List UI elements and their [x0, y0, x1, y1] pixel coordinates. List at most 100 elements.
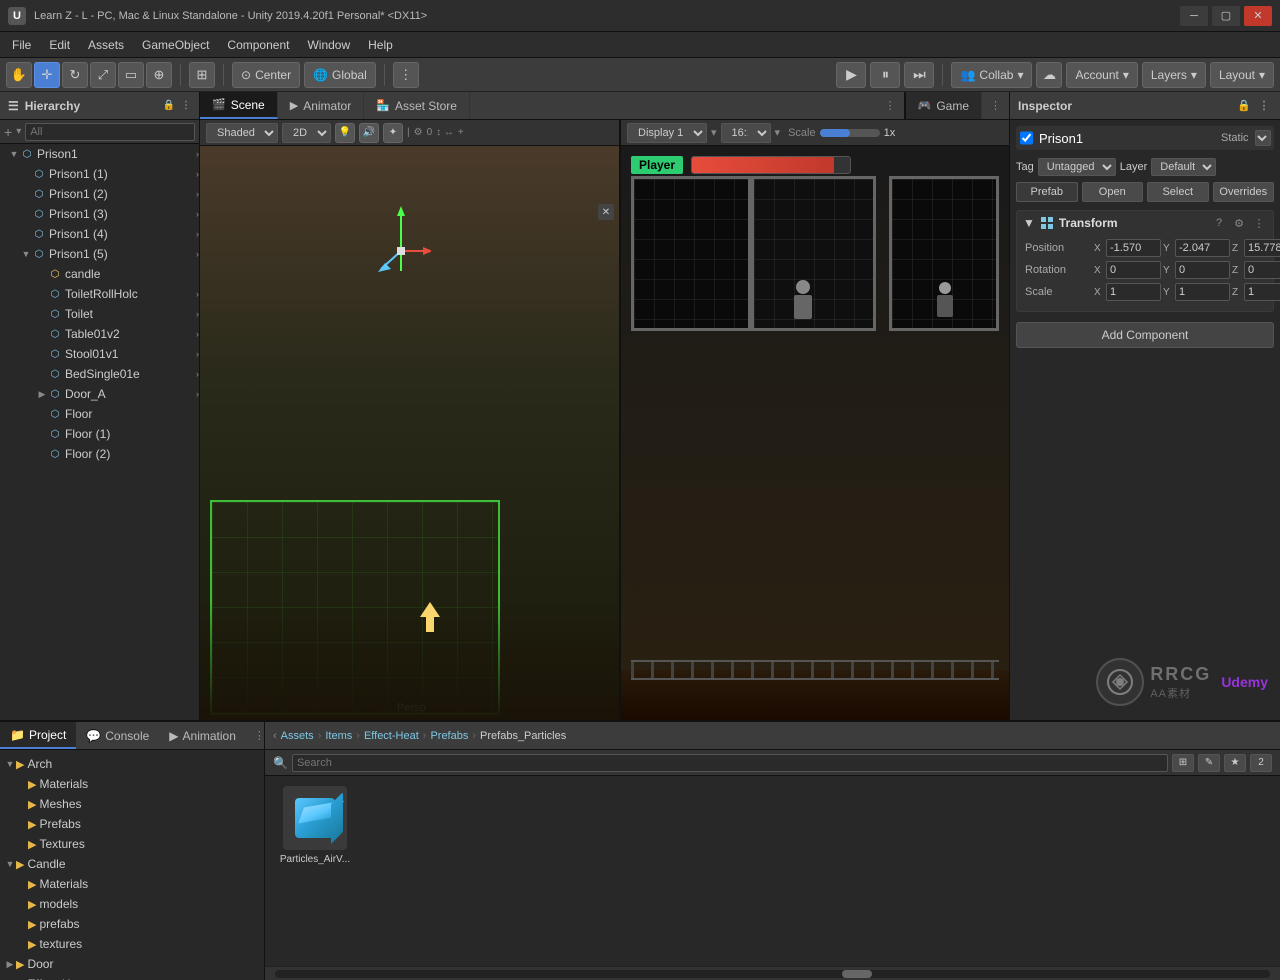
position-y-input[interactable]: -2.047 — [1175, 239, 1230, 257]
scene-light-toggle[interactable]: 💡 — [335, 123, 355, 143]
tab-animation[interactable]: ▶ Animation — [159, 722, 246, 749]
play-button[interactable]: ▶ — [836, 62, 866, 88]
move-tool[interactable]: ✛ — [34, 62, 60, 88]
transform-header[interactable]: ▼ Transform ? ⚙ ⋮ — [1017, 211, 1273, 235]
tree-item-door[interactable]: ▶ ⬡ Door_A › — [0, 384, 199, 404]
layers-button[interactable]: Layers ▾ — [1142, 62, 1206, 88]
ptree-candle[interactable]: ▼ ▶ Candle — [0, 854, 264, 874]
dim-dropdown[interactable]: 2D — [282, 123, 331, 143]
scale-z-input[interactable]: 1 — [1244, 283, 1280, 301]
breadcrumb-assets[interactable]: Assets — [281, 730, 314, 742]
space-button[interactable]: 🌐 Global — [304, 62, 376, 88]
tree-item-floor[interactable]: ⬡ Floor — [0, 404, 199, 424]
ptree-candle-prefabs[interactable]: ▶ prefabs — [0, 914, 264, 934]
rect-tool[interactable]: ▭ — [118, 62, 144, 88]
scale-x-input[interactable]: 1 — [1106, 283, 1161, 301]
open-button[interactable]: Open — [1082, 182, 1144, 202]
select-button[interactable]: Select — [1147, 182, 1209, 202]
tree-item-toilet[interactable]: ⬡ Toilet › — [0, 304, 199, 324]
collab-button[interactable]: 👥 Collab ▾ — [951, 62, 1032, 88]
transform-settings-icon[interactable]: ⚙ — [1231, 215, 1247, 231]
breadcrumb-prefabs[interactable]: Prefabs — [430, 730, 468, 742]
pivot-button[interactable]: ⊙ Center — [232, 62, 300, 88]
scale-tool[interactable]: ⤢ — [90, 62, 116, 88]
ptree-door[interactable]: ▶ ▶ Door — [0, 954, 264, 974]
tree-item-prison1-4[interactable]: ⬡ Prison1 (4) › — [0, 224, 199, 244]
menu-file[interactable]: File — [4, 35, 39, 55]
scroll-thumb[interactable] — [842, 970, 872, 978]
inspector-more-icon[interactable]: ⋮ — [1256, 98, 1272, 114]
tree-item-prison1[interactable]: ▼ ⬡ Prison1 › — [0, 144, 199, 164]
scene-close-btn[interactable]: ✕ — [598, 204, 614, 220]
content-filter-btn1[interactable]: ⊞ — [1172, 754, 1194, 772]
ptree-effect-heat[interactable]: ▼ ▶ Effect-Heat — [0, 974, 264, 980]
game-more-icon[interactable]: ⋮ — [982, 99, 1009, 112]
scale-slider[interactable] — [820, 129, 880, 137]
rotation-z-input[interactable]: 0 — [1244, 261, 1280, 279]
cloud-button[interactable]: ☁ — [1036, 62, 1062, 88]
tree-item-toiletroll[interactable]: ⬡ ToiletRollHolc › — [0, 284, 199, 304]
content-scrollbar[interactable] — [265, 966, 1280, 980]
content-star-btn[interactable]: ★ — [1224, 754, 1246, 772]
tab-scene[interactable]: 🎬 Scene — [200, 92, 278, 119]
menu-edit[interactable]: Edit — [41, 35, 78, 55]
ptree-candle-textures[interactable]: ▶ textures — [0, 934, 264, 954]
scale-y-input[interactable]: 1 — [1175, 283, 1230, 301]
pause-button[interactable]: ⏸ — [870, 62, 900, 88]
shading-dropdown[interactable]: Shaded — [206, 123, 278, 143]
tab-console[interactable]: 💬 Console — [76, 722, 159, 749]
ptree-candle-models[interactable]: ▶ models — [0, 894, 264, 914]
game-viewport[interactable]: Player — [621, 146, 1009, 720]
menu-help[interactable]: Help — [360, 35, 401, 55]
position-z-input[interactable]: 15.778 — [1244, 239, 1280, 257]
hierarchy-add-button[interactable]: + — [4, 124, 12, 140]
gameobject-name-input[interactable] — [1039, 131, 1215, 146]
maximize-button[interactable]: ▢ — [1212, 6, 1240, 26]
tree-item-prison1-3[interactable]: ⬡ Prison1 (3) › — [0, 204, 199, 224]
static-dropdown[interactable]: ▾ — [1255, 130, 1271, 146]
aspect-dropdown[interactable]: 16:10 — [721, 123, 771, 143]
hierarchy-search-input[interactable] — [25, 123, 195, 141]
menu-window[interactable]: Window — [299, 35, 358, 55]
inspector-lock-icon[interactable]: 🔒 — [1236, 98, 1252, 114]
rotate-tool[interactable]: ↻ — [62, 62, 88, 88]
tree-item-candle[interactable]: ⬡ candle — [0, 264, 199, 284]
ptree-arch[interactable]: ▼ ▶ Arch — [0, 754, 264, 774]
account-button[interactable]: Account ▾ — [1066, 62, 1137, 88]
hierarchy-more-icon[interactable]: ⋮ — [181, 100, 191, 111]
gameobject-active-checkbox[interactable] — [1020, 131, 1033, 145]
transform-tool[interactable]: ⊕ — [146, 62, 172, 88]
rotation-x-input[interactable]: 0 — [1106, 261, 1161, 279]
close-button[interactable]: ✕ — [1244, 6, 1272, 26]
scene-fx-toggle[interactable]: ✦ — [383, 123, 403, 143]
tree-item-stool[interactable]: ⬡ Stool01v1 › — [0, 344, 199, 364]
tag-dropdown[interactable]: Untagged — [1038, 158, 1116, 176]
hierarchy-lock-icon[interactable]: 🔒 — [163, 100, 175, 111]
tab-game[interactable]: 🎮 Game — [904, 92, 982, 119]
tree-item-floor2[interactable]: ⬡ Floor (2) — [0, 444, 199, 464]
position-x-input[interactable]: -1.570 — [1106, 239, 1161, 257]
tab-animator[interactable]: ▶ Animator — [278, 92, 365, 119]
content-search-input[interactable] — [292, 754, 1168, 772]
hand-tool[interactable]: ✋ — [6, 62, 32, 88]
content-count-btn[interactable]: 2 — [1250, 754, 1272, 772]
scene-viewport[interactable]: ✕ Persp — [200, 146, 619, 720]
ptree-arch-textures[interactable]: ▶ Textures — [0, 834, 264, 854]
ptree-arch-meshes[interactable]: ▶ Meshes — [0, 794, 264, 814]
ptree-arch-materials[interactable]: ▶ Materials — [0, 774, 264, 794]
tree-item-prison1-2[interactable]: ⬡ Prison1 (2) › — [0, 184, 199, 204]
layer-dropdown[interactable]: Default — [1151, 158, 1216, 176]
step-button[interactable]: ⏭ — [904, 62, 934, 88]
tree-item-table[interactable]: ⬡ Table01v2 › — [0, 324, 199, 344]
transform-more-icon[interactable]: ⋮ — [1251, 215, 1267, 231]
menu-gameobject[interactable]: GameObject — [134, 35, 217, 55]
minimize-button[interactable]: ─ — [1180, 6, 1208, 26]
scene-more-icon[interactable]: ⋮ — [877, 99, 904, 112]
display-dropdown[interactable]: Display 1 — [627, 123, 707, 143]
breadcrumb-effect-heat[interactable]: Effect-Heat — [364, 730, 419, 742]
ptree-arch-prefabs[interactable]: ▶ Prefabs — [0, 814, 264, 834]
transform-help-icon[interactable]: ? — [1211, 215, 1227, 231]
scene-audio-toggle[interactable]: 🔊 — [359, 123, 379, 143]
snap-button[interactable]: ⋮ — [393, 62, 419, 88]
tree-item-bed[interactable]: ⬡ BedSingle01e › — [0, 364, 199, 384]
